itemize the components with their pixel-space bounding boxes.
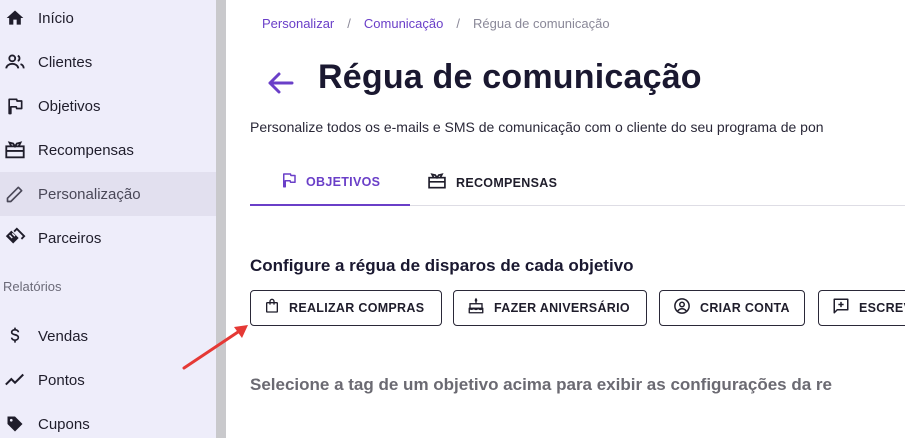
breadcrumb-separator: / <box>456 16 461 31</box>
chip-escrever[interactable]: ESCREV <box>818 290 905 326</box>
chip-label: FAZER ANIVERSÁRIO <box>494 301 630 315</box>
sidebar-item-label: Início <box>38 9 74 27</box>
page-title: Régua de comunicação <box>318 58 702 96</box>
tab-bar: OBJETIVOS RECOMPENSAS <box>250 160 905 206</box>
sidebar-item-cupons[interactable]: Cupons <box>0 402 216 438</box>
sidebar-item-clientes[interactable]: Clientes <box>0 40 216 84</box>
chip-label: REALIZAR COMPRAS <box>289 301 425 315</box>
add-comment-icon <box>832 297 850 320</box>
cake-icon <box>467 297 485 320</box>
chip-label: CRIAR CONTA <box>700 301 790 315</box>
sidebar-item-label: Clientes <box>38 53 93 71</box>
sidebar-item-label: Personalização <box>38 185 141 203</box>
breadcrumb-current: Régua de comunicação <box>473 16 610 31</box>
people-icon <box>4 51 26 73</box>
sidebar-item-inicio[interactable]: Início <box>0 0 216 40</box>
breadcrumb-link-comunicacao[interactable]: Comunicação <box>364 16 444 31</box>
flag-icon <box>4 95 26 117</box>
tab-label: OBJETIVOS <box>306 175 381 189</box>
shopping-bag-icon <box>264 297 280 320</box>
section-label-relatorios: Relatórios <box>3 279 62 294</box>
empty-state-hint: Selecione a tag de um objetivo acima par… <box>250 375 832 394</box>
gift-icon <box>426 171 448 196</box>
tag-icon <box>4 413 26 435</box>
dollar-icon <box>4 325 26 347</box>
trend-icon <box>4 369 26 391</box>
sidebar-item-label: Vendas <box>38 327 89 345</box>
annotation-arrow-icon <box>182 325 248 370</box>
sidebar-item-label: Parceiros <box>38 229 102 247</box>
sidebar-item-label: Cupons <box>38 415 90 433</box>
sidebar-item-objetivos[interactable]: Objetivos <box>0 84 216 128</box>
tab-recompensas[interactable]: RECOMPENSAS <box>426 160 557 206</box>
page-subtitle: Personalize todos os e-mails e SMS de co… <box>250 119 824 135</box>
chip-realizar-compras[interactable]: REALIZAR COMPRAS <box>250 290 442 326</box>
sidebar-item-label: Pontos <box>38 371 85 389</box>
gift-icon <box>4 139 26 161</box>
sidebar-item-parceiros[interactable]: Parceiros <box>0 216 216 260</box>
flag-icon <box>280 171 298 194</box>
pencil-icon <box>4 183 26 205</box>
sidebar-item-label: Recompensas <box>38 141 134 159</box>
handshake-icon <box>4 227 26 249</box>
breadcrumb-separator: / <box>347 16 351 31</box>
chip-label: ESCREV <box>859 301 905 315</box>
chip-criar-conta[interactable]: CRIAR CONTA <box>659 290 805 326</box>
chip-fazer-aniversario[interactable]: FAZER ANIVERSÁRIO <box>453 290 647 326</box>
home-icon <box>4 7 26 29</box>
sidebar-item-recompensas[interactable]: Recompensas <box>0 128 216 172</box>
tab-objetivos[interactable]: OBJETIVOS <box>250 160 410 206</box>
sidebar-item-personalizacao[interactable]: Personalização <box>0 172 216 216</box>
account-circle-icon <box>673 297 691 320</box>
breadcrumb: Personalizar / Comunicação / Régua de co… <box>262 16 610 31</box>
section-heading: Configure a régua de disparos de cada ob… <box>250 256 634 275</box>
tab-label: RECOMPENSAS <box>456 176 558 190</box>
sidebar-item-label: Objetivos <box>38 97 101 115</box>
back-arrow-icon[interactable] <box>264 67 296 99</box>
breadcrumb-link-personalizar[interactable]: Personalizar <box>262 16 334 31</box>
